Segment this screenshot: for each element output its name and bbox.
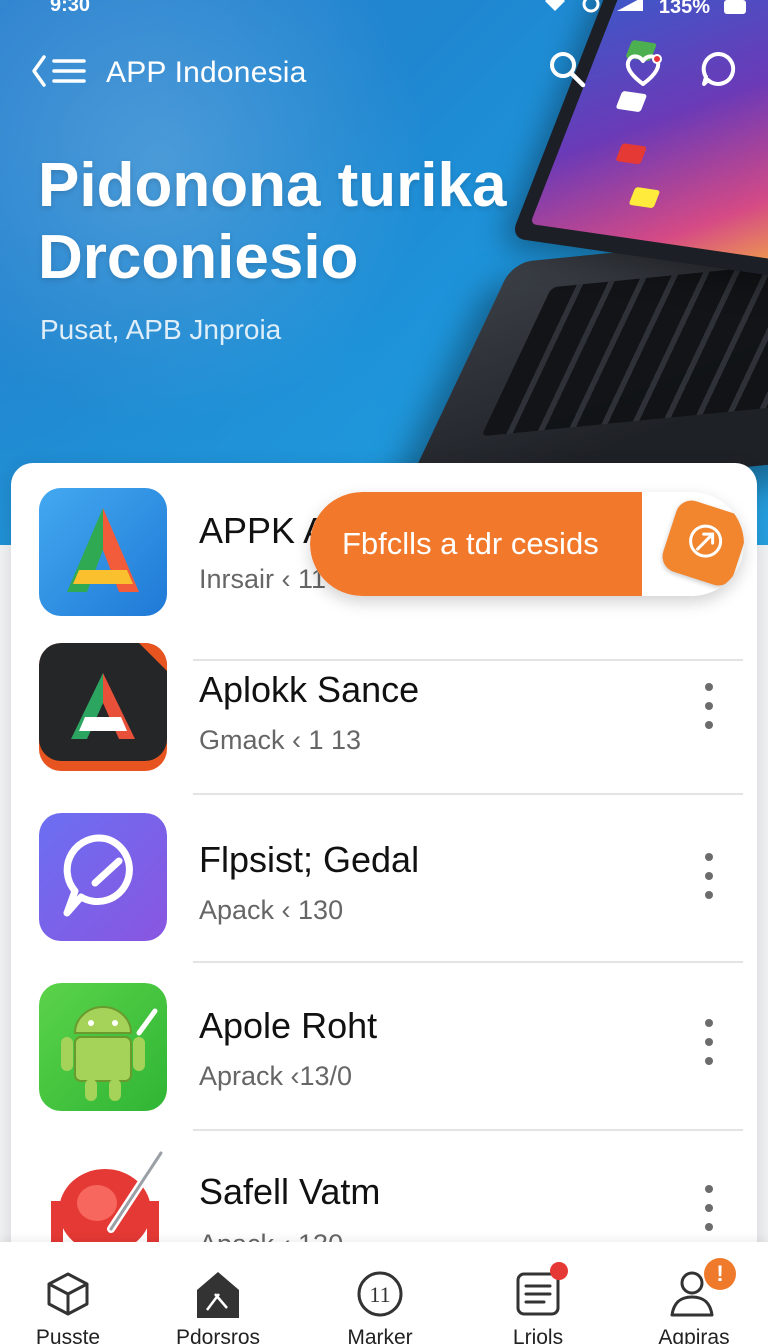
list-item[interactable]: Apole Roht Aprack ‹13/0 — [11, 983, 757, 1151]
list-item[interactable]: Flpsist; Gedal Apack ‹ 130 — [11, 813, 757, 981]
more-options-button[interactable] — [697, 1019, 721, 1065]
marker-circle-icon: 11 — [354, 1268, 406, 1320]
nav-label: Lriols — [512, 1326, 564, 1344]
more-options-button[interactable] — [697, 853, 721, 899]
notification-badge — [550, 1262, 568, 1280]
sync-icon — [581, 0, 601, 20]
chat-bubble-icon — [700, 50, 738, 93]
app-a-icon — [39, 488, 167, 616]
list-document-icon — [512, 1262, 568, 1320]
divider — [193, 1129, 743, 1131]
laptop-screen — [510, 0, 768, 280]
app-aplokk-icon — [39, 643, 167, 771]
signal-icon — [615, 0, 645, 19]
wifi-icon — [543, 0, 567, 19]
divider — [193, 793, 743, 795]
top-app-bar: APP Indonesia — [30, 50, 740, 96]
app-subtitle: Aprack ‹13/0 — [199, 1061, 353, 1091]
people-icon: ! — [668, 1258, 736, 1320]
nav-label: Agpiras — [658, 1326, 730, 1344]
alert-badge: ! — [704, 1258, 736, 1290]
app-name: Apole Roht — [199, 1005, 378, 1046]
battery-percent: 135% — [658, 0, 710, 18]
toast-action-button[interactable] — [658, 496, 744, 590]
app-subtitle: Gmack ‹ 1 13 — [199, 725, 362, 755]
list-item[interactable]: Aplokk Sance Gmack ‹ 1 13 — [11, 643, 757, 811]
nav-item-agpiras[interactable]: ! Agpiras — [624, 1242, 764, 1344]
back-chevron-icon — [30, 54, 48, 93]
app-subtitle: Apack ‹ 130 — [199, 895, 344, 925]
search-button[interactable] — [546, 50, 588, 92]
app-name: APPK A — [199, 510, 328, 551]
favorites-button[interactable] — [622, 50, 664, 92]
hamburger-icon — [52, 57, 86, 90]
back-menu-button[interactable] — [30, 54, 86, 93]
nav-label: Pdorsros — [175, 1326, 261, 1344]
nav-label: Pusste — [35, 1326, 101, 1344]
divider — [193, 961, 743, 963]
hero-title-line1: Pidonona turika — [38, 151, 507, 220]
hero-subtitle: Pusat, APB Jnproia — [40, 314, 282, 345]
bottom-navigation: Pusste Pdorsros 11 Marker Lriols ! Agpir… — [0, 1242, 768, 1344]
arrow-up-right-icon — [677, 513, 734, 573]
hero-title: Pidonona turika Drconiesio — [38, 150, 506, 294]
notification-dot — [652, 54, 662, 64]
app-title: APP Indonesia — [106, 56, 307, 89]
status-bar: 9:30 135% — [0, 0, 768, 18]
nav-label: Marker — [347, 1326, 413, 1344]
promo-toast[interactable]: Fbfclls a tdr cesids — [310, 492, 744, 596]
house-icon — [192, 1268, 244, 1320]
app-android-icon — [39, 983, 167, 1111]
battery-icon — [724, 0, 746, 14]
cube-icon — [42, 1268, 94, 1320]
nav-item-lriols[interactable]: Lriols — [468, 1242, 608, 1344]
svg-text:11: 11 — [369, 1282, 390, 1307]
app-subtitle: Inrsair ‹ 11 — [199, 564, 327, 594]
toast-message: Fbfclls a tdr cesids — [310, 492, 642, 596]
app-name: Flpsist; Gedal — [199, 839, 420, 880]
hero-title-line2: Drconiesio — [38, 223, 359, 292]
status-time: 9:30 — [50, 0, 91, 16]
nav-item-marker[interactable]: 11 Marker — [310, 1242, 450, 1344]
nav-item-pusste[interactable]: Pusste — [0, 1242, 138, 1344]
app-name: Safell Vatm — [199, 1171, 381, 1212]
nav-item-pdorsros[interactable]: Pdorsros — [148, 1242, 288, 1344]
search-icon — [547, 49, 587, 94]
app-name: Aplokk Sance — [199, 669, 420, 710]
more-options-button[interactable] — [697, 683, 721, 729]
chat-button[interactable] — [698, 50, 740, 92]
more-options-button[interactable] — [697, 1185, 721, 1231]
app-compass-icon — [39, 813, 167, 941]
